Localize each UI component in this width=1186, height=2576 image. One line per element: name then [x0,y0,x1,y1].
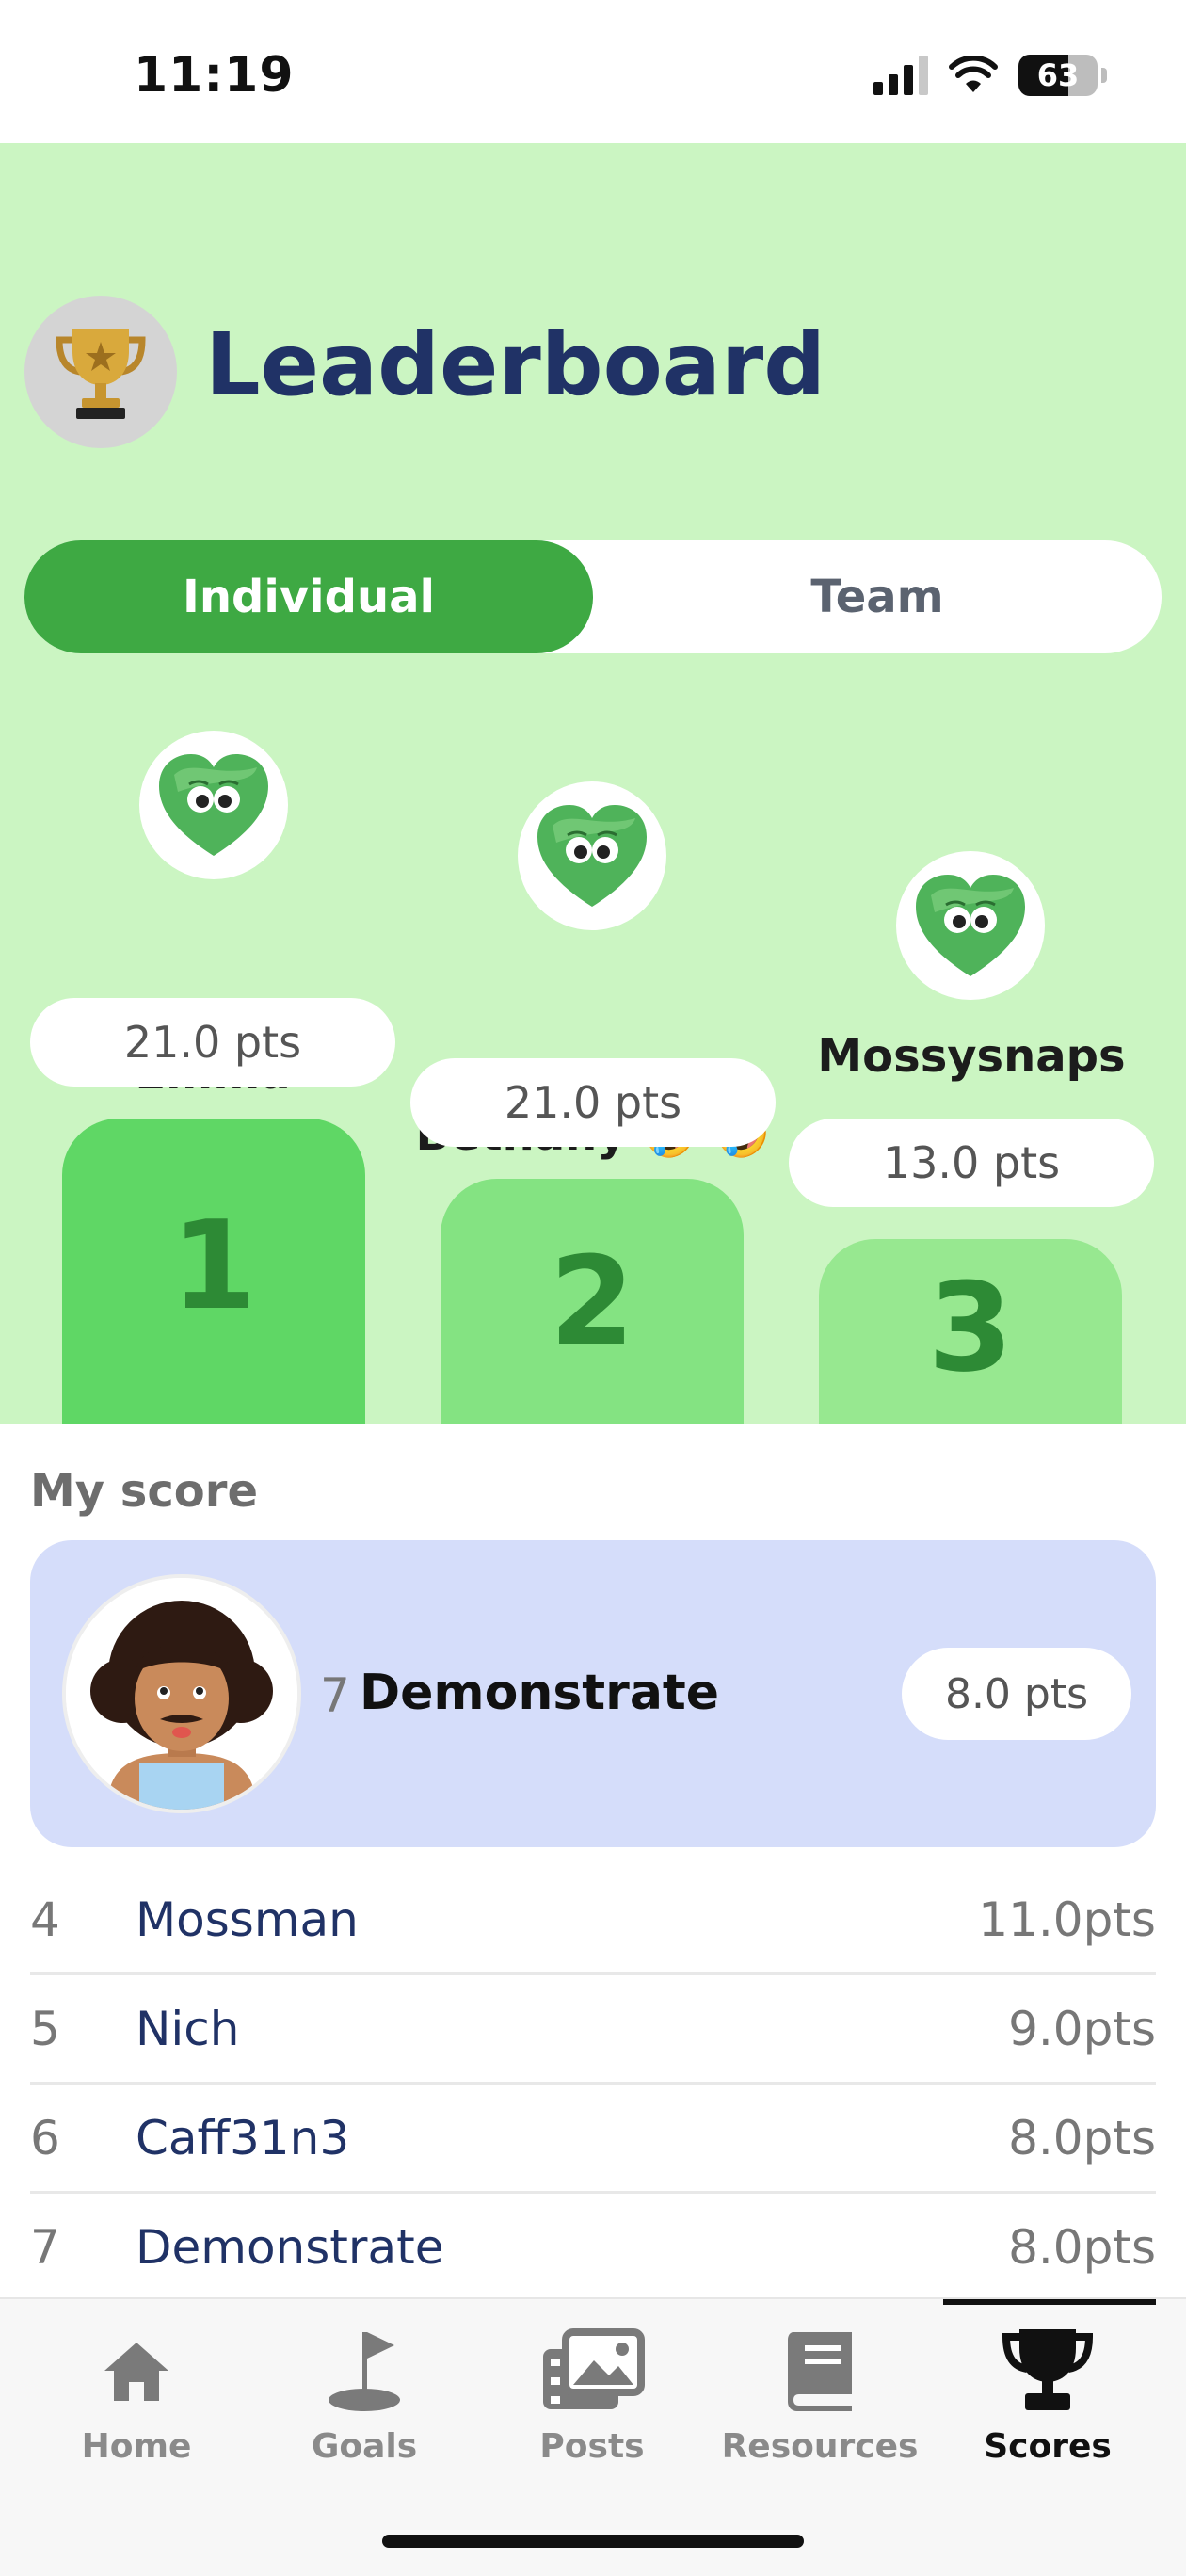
list-item[interactable]: 6 Caff31n3 8.0pts [30,2085,1156,2194]
book-icon [784,2324,856,2418]
rank-name: Mossman [136,1892,359,1947]
rank-number: 4 [30,1892,60,1947]
nav-resources[interactable]: Resources [706,2299,934,2487]
tab-individual[interactable]: Individual [24,540,593,653]
podium-avatar [896,851,1045,1000]
cellular-signal-icon [873,56,928,95]
nav-label: Home [81,2427,192,2466]
heart-mascot-icon [159,754,268,856]
leaderboard-tabs: Individual Team [24,540,1162,653]
rank-number: 7 [30,2219,60,2275]
trophy-icon [56,329,146,419]
status-bar: 11:19 63 [0,0,1186,143]
trophy-badge [24,296,177,448]
rank-name: Demonstrate [136,2219,444,2275]
list-item[interactable]: 7 Demonstrate 8.0pts [30,2194,1156,2303]
nav-goals[interactable]: Goals [250,2299,478,2487]
podium-block-third: 3 [819,1239,1122,1424]
my-score-label: My score [30,1465,258,1518]
user-avatar-icon [66,1578,297,1810]
nav-label: Resources [721,2427,919,2466]
podium-block-second: 2 [441,1179,744,1424]
my-score-card[interactable]: 7 Demonstrate 8.0 pts [30,1540,1156,1847]
heart-mascot-icon [916,875,1025,976]
trophy-icon [1002,2324,1093,2418]
list-item[interactable]: 4 Mossman 11.0pts [30,1866,1156,1975]
podium-points-first: 21.0 pts [30,998,395,1087]
home-icon [103,2324,170,2418]
podium-avatar [518,781,666,930]
page-title: Leaderboard [205,314,826,415]
nav-label: Scores [984,2427,1112,2466]
leaderboard-header: Leaderboard Individual Team Emma 21.0 pt… [0,143,1186,1424]
rank-number: 5 [30,2001,60,2056]
nav-items: Home Goals Posts Resources Scores [0,2299,1186,2487]
podium-points-third: 13.0 pts [789,1119,1154,1207]
tab-team[interactable]: Team [593,540,1162,653]
status-icons: 63 [873,55,1107,96]
podium-name-third: Mossysnaps [817,1030,1126,1083]
avatar [62,1574,301,1813]
battery-cap [1101,68,1107,83]
nav-posts[interactable]: Posts [478,2299,706,2487]
podium-avatar [139,731,288,879]
heart-mascot-icon [537,805,647,907]
rank-name: Caff31n3 [136,2110,350,2165]
my-score-points: 8.0 pts [902,1648,1131,1740]
photos-icon [539,2324,645,2418]
rank-points: 11.0pts [978,1892,1156,1947]
nav-label: Posts [539,2427,645,2466]
my-score-rank: 7 [320,1668,350,1723]
nav-home[interactable]: Home [23,2299,250,2487]
rank-points: 8.0pts [1008,2110,1156,2165]
battery-level: 63 [1036,57,1080,93]
golf-flag-icon [325,2324,404,2418]
nav-label: Goals [311,2427,418,2466]
podium-points-second: 21.0 pts [410,1058,776,1147]
status-time: 11:19 [134,47,295,104]
list-item[interactable]: 5 Nich 9.0pts [30,1975,1156,2085]
rank-points: 8.0pts [1008,2219,1156,2275]
battery-icon: 63 [1018,55,1098,96]
rank-number: 6 [30,2110,60,2165]
my-score-name: Demonstrate [360,1665,720,1721]
rank-name: Nich [136,2001,240,2056]
wifi-icon [949,56,998,92]
rank-points: 9.0pts [1008,2001,1156,2056]
nav-scores[interactable]: Scores [934,2299,1162,2487]
home-indicator[interactable] [382,2535,804,2548]
ranking-list: 4 Mossman 11.0pts 5 Nich 9.0pts 6 Caff31… [30,1866,1156,2303]
podium-block-first: 1 [62,1119,365,1424]
